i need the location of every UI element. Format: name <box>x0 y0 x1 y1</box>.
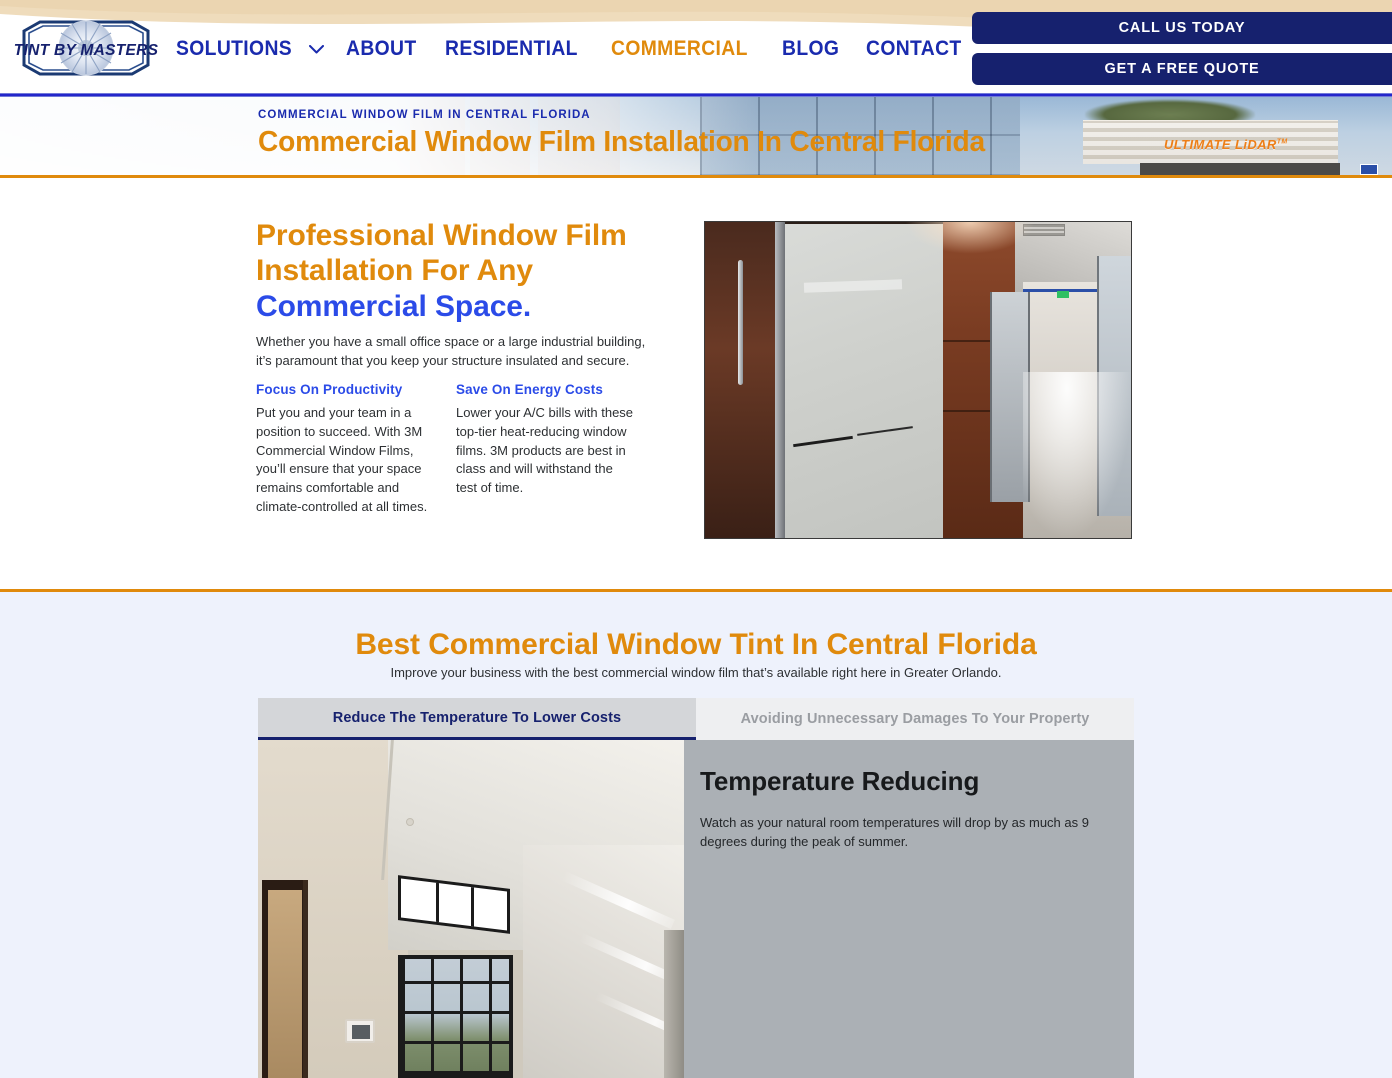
tabphoto-thermostat <box>345 1019 375 1043</box>
intro-heading: Professional Window Film Installation Fo… <box>256 218 656 324</box>
tab-strip: Reduce The Temperature To Lower Costs Av… <box>258 698 1134 740</box>
tab-panel-text: Temperature Reducing Watch as your natur… <box>684 740 1134 1078</box>
tab-reduce-temperature[interactable]: Reduce The Temperature To Lower Costs <box>258 698 696 740</box>
tab-panel-content: Temperature Reducing Watch as your natur… <box>258 740 1134 1078</box>
intro-heading-line-3: Commercial Space. <box>256 289 532 323</box>
hero-sign-tm: TM <box>1276 138 1288 146</box>
svg-text:TINT BY MASTERS: TINT BY MASTERS <box>14 42 159 59</box>
intro-benefit-columns: Focus On Productivity Put you and your t… <box>256 381 656 516</box>
hero-eyebrow: COMMERCIAL WINDOW FILM IN CENTRAL FLORID… <box>258 109 591 121</box>
intro-section: Professional Window Film Installation Fo… <box>0 178 1392 589</box>
intro-photo <box>704 221 1132 539</box>
page-title: Commercial Window Film Installation In C… <box>258 126 985 158</box>
get-free-quote-button[interactable]: GET A FREE QUOTE <box>972 53 1392 85</box>
photo-door-handle <box>738 260 743 385</box>
photo-hallway-light <box>1023 372 1131 538</box>
benefit-heading-energy: Save On Energy Costs <box>456 381 604 398</box>
hero-banner: ULTIMATE LiDARTM COMMERCIAL WINDOW FILM … <box>0 97 1392 176</box>
best-section-subheading: Improve your business with the best comm… <box>390 665 1002 680</box>
page-root: TINT BY MASTERS SOLUTIONS ABOUT RESIDENT… <box>0 0 1392 1078</box>
tabphoto-right-wall <box>523 845 684 1078</box>
best-tint-section: Best Commercial Window Tint In Central F… <box>0 592 1392 1078</box>
intro-heading-line-1: Professional Window Film <box>256 219 627 252</box>
intro-benefit-productivity: Focus On Productivity Put you and your t… <box>256 381 456 516</box>
photo-ceiling-light-wash <box>905 222 1035 254</box>
nav-item-solutions[interactable]: SOLUTIONS <box>176 38 325 59</box>
nav-link-solutions[interactable]: SOLUTIONS <box>176 38 292 59</box>
photo-door-frame <box>775 222 785 538</box>
nav-link-residential[interactable]: RESIDENTIAL <box>445 38 578 59</box>
logo-link[interactable]: TINT BY MASTERS <box>10 17 162 79</box>
best-section-heading: Best Commercial Window Tint In Central F… <box>355 628 1037 661</box>
hero-blue-sign <box>1360 164 1378 175</box>
tabs-component: Reduce The Temperature To Lower Costs Av… <box>258 698 1134 1078</box>
nav-link-commercial[interactable]: COMMERCIAL <box>611 38 748 59</box>
benefit-body-energy: Lower your A/C bills with these top-tier… <box>456 405 634 495</box>
tabphoto-main-window <box>398 955 513 1078</box>
photo-exit-sign <box>1057 291 1069 298</box>
tab-panel-body: Watch as your natural room temperatures … <box>700 815 1089 850</box>
header-cta-group: CALL US TODAY GET A FREE QUOTE <box>972 12 1392 85</box>
intro-lead-paragraph: Whether you have a small office space or… <box>256 334 646 368</box>
photo-left-wall <box>705 222 783 538</box>
photo-frosted-glass-panel <box>785 224 943 538</box>
main-navigation: SOLUTIONS ABOUT RESIDENTIAL COMMERCIAL B… <box>176 38 970 59</box>
intro-container: Professional Window Film Installation Fo… <box>256 178 1136 589</box>
intro-heading-line-2: Installation For Any <box>256 254 533 288</box>
intro-benefit-energy: Save On Energy Costs Lower your A/C bill… <box>456 381 656 516</box>
benefit-heading-productivity: Focus On Productivity <box>256 381 403 398</box>
nav-link-about[interactable]: ABOUT <box>346 38 417 59</box>
call-us-today-button[interactable]: CALL US TODAY <box>972 12 1392 44</box>
tab-panel-photo <box>258 740 684 1078</box>
tab-avoiding-damages[interactable]: Avoiding Unnecessary Damages To Your Pro… <box>696 698 1134 740</box>
tab-panel-title: Temperature Reducing <box>700 766 980 796</box>
tabphoto-door-inner <box>268 890 302 1078</box>
nav-link-blog[interactable]: BLOG <box>782 38 839 59</box>
benefit-body-productivity: Put you and your team in a position to s… <box>256 405 428 514</box>
site-header: TINT BY MASTERS SOLUTIONS ABOUT RESIDENT… <box>0 0 1392 92</box>
chevron-down-icon <box>309 45 325 54</box>
intro-text-column: Professional Window Film Installation Fo… <box>256 218 656 516</box>
starburst-badge-icon: TINT BY MASTERS <box>14 20 159 76</box>
nav-link-contact[interactable]: CONTACT <box>866 38 962 59</box>
tabphoto-corner <box>664 930 684 1078</box>
tabphoto-ceiling-fixture <box>406 818 414 826</box>
hero-text-block: COMMERCIAL WINDOW FILM IN CENTRAL FLORID… <box>258 97 1258 176</box>
